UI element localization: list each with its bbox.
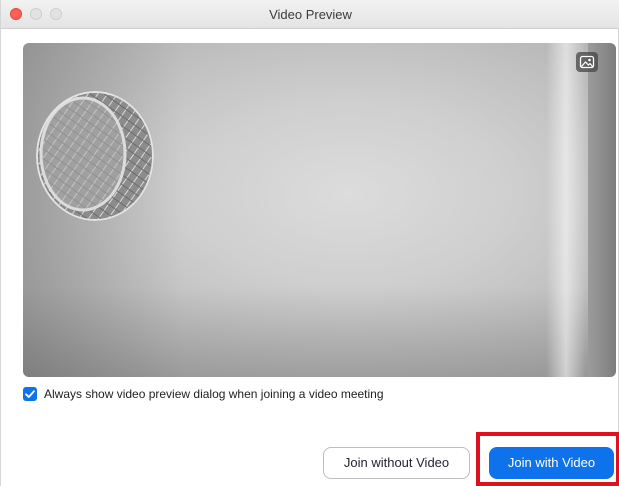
wall-basket-image — [36, 91, 154, 221]
preview-wall-highlight — [546, 43, 586, 377]
virtual-background-button[interactable] — [576, 52, 598, 72]
checkmark-icon — [25, 390, 35, 398]
video-preview — [23, 43, 616, 377]
always-show-preview-checkbox[interactable] — [23, 387, 37, 401]
window-title: Video Preview — [269, 7, 352, 22]
video-preview-window: Video Preview Always show video preview … — [0, 0, 619, 486]
preview-floor-shadow — [23, 287, 616, 377]
always-show-preview-label: Always show video preview dialog when jo… — [44, 387, 384, 401]
join-without-video-button[interactable]: Join without Video — [323, 447, 470, 479]
background-image-icon — [579, 55, 595, 69]
preview-wall-edge — [588, 43, 616, 377]
title-bar: Video Preview — [1, 0, 619, 29]
highlight-annotation — [476, 432, 619, 486]
